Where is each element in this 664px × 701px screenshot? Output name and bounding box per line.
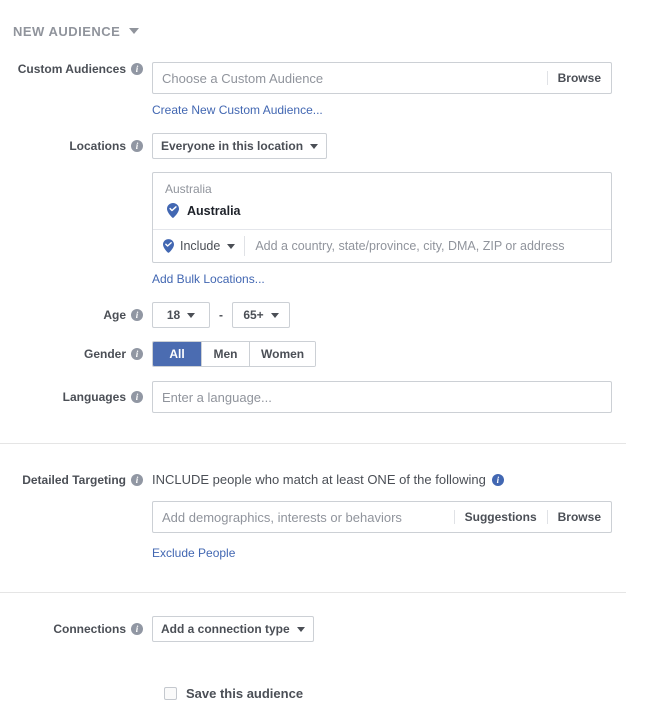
page-title: NEW AUDIENCE bbox=[13, 23, 121, 39]
chevron-down-icon bbox=[310, 143, 319, 149]
chevron-down-icon bbox=[187, 312, 196, 318]
add-connection-type-label: Add a connection type bbox=[161, 622, 290, 636]
gender-label: Gender i bbox=[0, 341, 152, 367]
location-search-input[interactable]: Add a country, state/province, city, DMA… bbox=[245, 239, 611, 253]
info-icon[interactable]: i bbox=[131, 391, 143, 403]
detailed-targeting-placeholder: Add demographics, interests or behaviors bbox=[162, 509, 402, 525]
connections-label: Connections i bbox=[0, 616, 152, 642]
save-audience-checkbox[interactable] bbox=[164, 687, 177, 700]
connections-row: Connections i Add a connection type bbox=[0, 616, 664, 642]
selected-locations-box: Australia Australia Include Add a countr… bbox=[152, 172, 612, 263]
custom-audiences-input[interactable]: Choose a Custom Audience Browse bbox=[152, 62, 612, 94]
map-pin-check-icon bbox=[167, 203, 179, 218]
location-scope-dropdown[interactable]: Everyone in this location bbox=[152, 133, 328, 159]
chevron-down-icon[interactable] bbox=[129, 28, 140, 34]
detailed-targeting-field: INCLUDE people who match at least ONE of… bbox=[152, 472, 664, 560]
add-connection-type-dropdown[interactable]: Add a connection type bbox=[152, 616, 314, 642]
location-group-title: Australia bbox=[165, 182, 212, 196]
locations-label: Locations i bbox=[0, 133, 152, 153]
age-range-separator: - bbox=[219, 308, 223, 322]
age-field: 18 - 65+ bbox=[152, 302, 664, 328]
languages-label: Languages i bbox=[0, 381, 152, 413]
connections-label-text: Connections bbox=[53, 622, 126, 636]
age-max-value: 65+ bbox=[243, 308, 264, 322]
info-icon[interactable]: i bbox=[491, 474, 504, 486]
location-name: Australia bbox=[187, 203, 241, 218]
info-icon[interactable]: i bbox=[131, 474, 143, 486]
location-include-row: Include Add a country, state/province, c… bbox=[153, 229, 611, 262]
age-min-dropdown[interactable]: 18 bbox=[152, 302, 210, 328]
gender-field: All Men Women bbox=[152, 341, 664, 367]
languages-input[interactable]: Enter a language... bbox=[152, 381, 612, 413]
detailed-targeting-input[interactable]: Add demographics, interests or behaviors… bbox=[152, 501, 612, 533]
save-audience-label: Save this audience bbox=[186, 686, 304, 701]
detailed-targeting-label: Detailed Targeting i bbox=[0, 472, 152, 488]
map-pin-check-icon bbox=[163, 239, 174, 253]
custom-audiences-label-text: Custom Audiences bbox=[17, 62, 126, 76]
include-exclude-dropdown[interactable]: Include bbox=[153, 236, 246, 256]
save-audience-field: Save this audience bbox=[164, 686, 664, 701]
detailed-targeting-heading: INCLUDE people who match at least ONE of… bbox=[152, 472, 664, 488]
locations-field: Everyone in this location Australia Aust… bbox=[152, 133, 664, 286]
info-icon[interactable]: i bbox=[131, 140, 143, 152]
custom-audiences-placeholder: Choose a Custom Audience bbox=[162, 70, 324, 86]
gender-label-text: Gender bbox=[83, 347, 126, 361]
info-icon[interactable]: i bbox=[131, 63, 143, 75]
info-icon[interactable]: i bbox=[131, 348, 143, 360]
detailed-targeting-row: Detailed Targeting i INCLUDE people who … bbox=[0, 472, 664, 560]
gender-option-women[interactable]: Women bbox=[249, 342, 316, 366]
chevron-down-icon bbox=[227, 243, 236, 249]
detailed-targeting-browse-button[interactable]: Browse bbox=[546, 510, 611, 524]
locations-label-text: Locations bbox=[69, 139, 126, 153]
age-label-text: Age bbox=[103, 308, 126, 322]
create-new-custom-audience-link[interactable]: Create New Custom Audience... bbox=[152, 103, 323, 117]
gender-option-men[interactable]: Men bbox=[201, 342, 249, 366]
add-bulk-locations-link[interactable]: Add Bulk Locations... bbox=[152, 272, 265, 286]
languages-row: Languages i Enter a language... bbox=[0, 381, 664, 413]
detailed-targeting-heading-text: INCLUDE people who match at least ONE of… bbox=[152, 472, 486, 487]
gender-option-all[interactable]: All bbox=[153, 342, 201, 366]
save-audience-row: Save this audience bbox=[0, 686, 664, 701]
audience-section-header[interactable]: NEW AUDIENCE bbox=[0, 0, 664, 41]
info-icon[interactable]: i bbox=[131, 309, 143, 321]
custom-audiences-label: Custom Audiences i bbox=[0, 62, 152, 76]
section-divider bbox=[0, 592, 626, 593]
languages-placeholder: Enter a language... bbox=[162, 389, 272, 405]
chevron-down-icon bbox=[296, 626, 305, 632]
age-min-value: 18 bbox=[166, 308, 181, 322]
location-scope-label: Everyone in this location bbox=[161, 139, 304, 153]
age-max-dropdown[interactable]: 65+ bbox=[232, 302, 290, 328]
detailed-targeting-suggestions-button[interactable]: Suggestions bbox=[453, 510, 547, 524]
audience-editor-panel: NEW AUDIENCE Custom Audiences i Choose a… bbox=[0, 0, 664, 701]
connections-field: Add a connection type bbox=[152, 616, 664, 642]
custom-audiences-browse-button[interactable]: Browse bbox=[546, 71, 611, 85]
info-icon[interactable]: i bbox=[131, 623, 143, 635]
exclude-people-link[interactable]: Exclude People bbox=[152, 546, 235, 560]
locations-row: Locations i Everyone in this location Au… bbox=[0, 133, 664, 286]
gender-segmented-control: All Men Women bbox=[152, 341, 317, 367]
save-audience-checkbox-row[interactable]: Save this audience bbox=[164, 686, 664, 701]
list-item[interactable]: Australia bbox=[153, 200, 611, 229]
languages-label-text: Languages bbox=[62, 390, 126, 404]
age-label: Age i bbox=[0, 302, 152, 328]
include-label: Include bbox=[180, 239, 221, 253]
custom-audiences-row: Custom Audiences i Choose a Custom Audie… bbox=[0, 62, 664, 117]
age-row: Age i 18 - 65+ bbox=[0, 302, 664, 328]
languages-field: Enter a language... bbox=[152, 381, 664, 413]
chevron-down-icon bbox=[270, 312, 279, 318]
section-divider bbox=[0, 443, 626, 444]
custom-audiences-field: Choose a Custom Audience Browse Create N… bbox=[152, 62, 664, 117]
gender-row: Gender i All Men Women bbox=[0, 341, 664, 367]
detailed-targeting-label-text: Detailed Targeting bbox=[22, 473, 126, 487]
